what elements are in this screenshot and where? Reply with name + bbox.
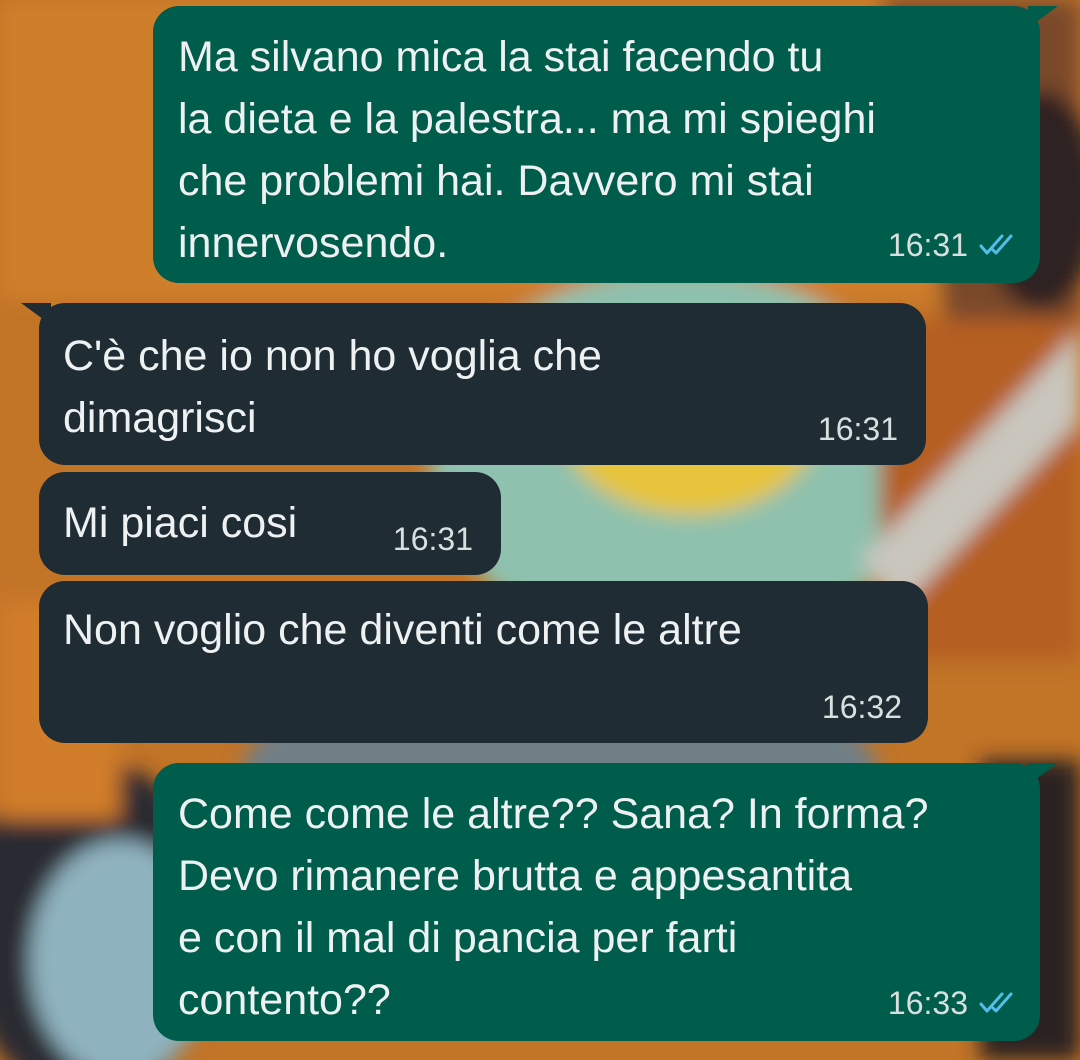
message-text: C'è che io non ho voglia che dimagrisci (63, 332, 602, 442)
bubble-tail (1028, 6, 1058, 28)
message-bubble-incoming[interactable]: Non voglio che diventi come le altre 16:… (39, 581, 928, 743)
bubble-tail (1028, 763, 1058, 785)
message-meta: 16:32 (822, 689, 902, 725)
message-bubble-incoming[interactable]: Mi piaci cosi 16:31 (39, 472, 501, 575)
message-bubble-outgoing[interactable]: Ma silvano mica la stai facendo tu la di… (153, 6, 1058, 283)
message-meta: 16:31 (818, 411, 898, 447)
message-bubble-outgoing[interactable]: Come come le altre?? Sana? In forma? Dev… (153, 763, 1058, 1041)
bubble-tail (21, 303, 51, 325)
message-time: 16:32 (821, 689, 902, 725)
message-time: 16:33 (887, 985, 968, 1021)
double-check-read-icon (978, 991, 1018, 1015)
message-time: 16:31 (887, 227, 968, 263)
message-time: 16:31 (392, 521, 473, 557)
message-text: Non voglio che diventi come le altre (63, 606, 742, 654)
message-time: 16:31 (817, 411, 898, 447)
message-meta: 16:31 (888, 227, 1018, 263)
message-bubble-incoming[interactable]: C'è che io non ho voglia che dimagrisci … (21, 303, 926, 465)
double-check-read-icon (978, 233, 1018, 257)
chat-screen: Ma silvano mica la stai facendo tu la di… (0, 0, 1080, 1060)
message-meta: 16:31 (393, 521, 473, 557)
message-text: Mi piaci cosi (63, 499, 298, 547)
message-meta: 16:33 (888, 985, 1018, 1021)
